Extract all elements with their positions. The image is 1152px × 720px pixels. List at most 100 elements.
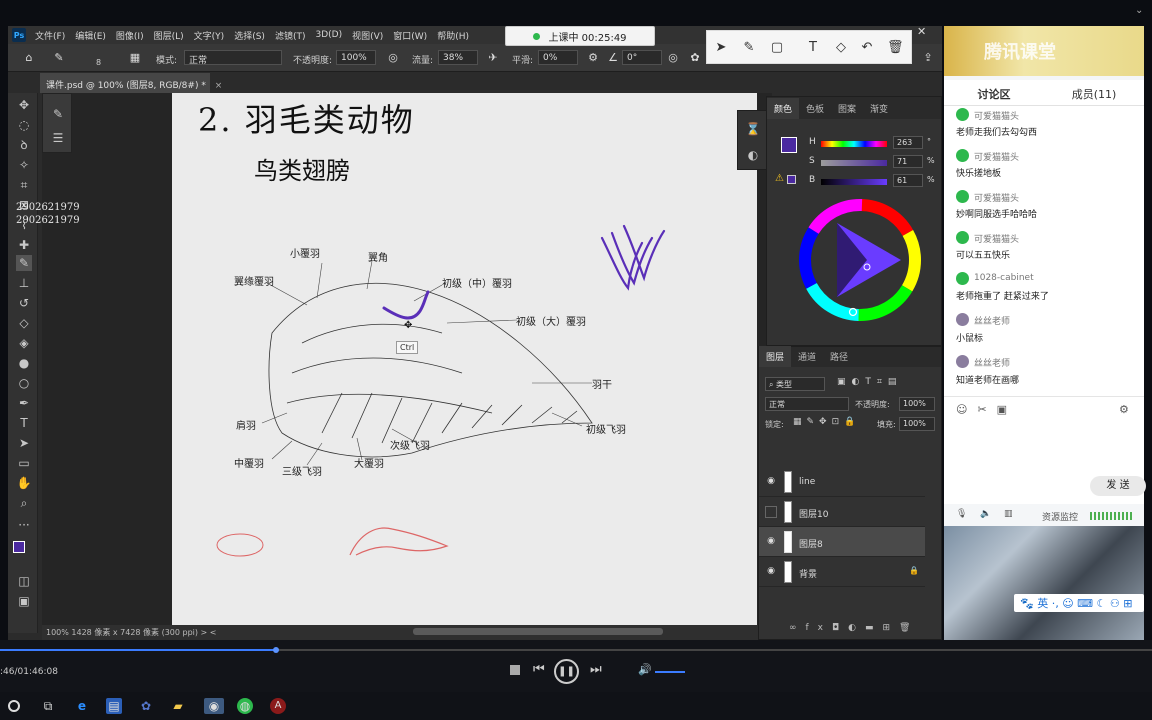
eraser-icon[interactable]: ◇: [833, 40, 849, 56]
tab-swatches[interactable]: 色板: [799, 98, 831, 119]
folder-icon[interactable]: ▰: [170, 698, 186, 714]
opacity-input[interactable]: 100%: [336, 50, 376, 65]
screen-mode-icon[interactable]: ▣: [16, 593, 32, 609]
volume-icon[interactable]: 🔊: [638, 663, 652, 676]
tab-layers[interactable]: 图层: [759, 346, 792, 367]
close-icon[interactable]: ×: [215, 81, 223, 91]
tab-paths[interactable]: 路径: [823, 346, 855, 367]
marquee-tool-icon[interactable]: ◌: [16, 117, 32, 133]
layer-opacity-input[interactable]: 100%: [899, 397, 935, 411]
tab-discussion[interactable]: 讨论区: [944, 80, 1044, 105]
menu-type[interactable]: 文字(Y): [189, 29, 230, 42]
menu-window[interactable]: 窗口(W): [388, 29, 432, 42]
app-flower-icon[interactable]: ✿: [138, 698, 154, 714]
history-panel-icon[interactable]: ⌛: [745, 121, 761, 137]
menu-edit[interactable]: 编辑(E): [70, 29, 111, 42]
tab-channels[interactable]: 通道: [791, 346, 823, 367]
magic-wand-icon[interactable]: ✧: [16, 157, 32, 173]
bucket-tool-icon[interactable]: ◈: [16, 335, 32, 351]
classroom-app-icon[interactable]: ◉: [204, 698, 224, 714]
tab-gradients[interactable]: 渐变: [863, 98, 895, 119]
eraser-tool-icon[interactable]: ◇: [16, 315, 32, 331]
h-input[interactable]: 263: [893, 136, 923, 149]
lock-icons[interactable]: ▦✎✥⊡🔒: [793, 417, 860, 427]
menu-image[interactable]: 图像(I): [111, 29, 149, 42]
lasso-tool-icon[interactable]: ꝺ: [16, 137, 32, 153]
dodge-tool-icon[interactable]: ○: [16, 375, 32, 391]
eye-icon[interactable]: ◉: [765, 536, 777, 548]
menu-view[interactable]: 视图(V): [347, 29, 388, 42]
fill-input[interactable]: 100%: [899, 417, 935, 431]
brush-size[interactable]: 8: [96, 58, 101, 67]
blur-tool-icon[interactable]: ●: [16, 355, 32, 371]
layer-row[interactable]: 图层10: [759, 497, 925, 527]
tab-patterns[interactable]: 图案: [831, 98, 863, 119]
quick-mask-icon[interactable]: ◫: [16, 573, 32, 589]
task-view-icon[interactable]: ⧉: [40, 698, 56, 714]
type-tool-icon[interactable]: T: [16, 415, 32, 431]
horizontal-scrollbar[interactable]: [413, 628, 663, 635]
stop-icon[interactable]: [510, 665, 520, 675]
signal-icon[interactable]: ▥: [1004, 509, 1013, 519]
smooth-input[interactable]: 0%: [538, 50, 578, 65]
hue-slider[interactable]: [821, 141, 887, 147]
angle-icon[interactable]: ∠: [606, 51, 620, 65]
stamp-tool-icon[interactable]: ⊥: [16, 275, 32, 291]
brightness-slider[interactable]: [821, 179, 887, 185]
b-input[interactable]: 61: [893, 174, 923, 187]
send-button[interactable]: 发 送: [1090, 476, 1146, 496]
foreground-color[interactable]: [13, 541, 25, 553]
mic-icon[interactable]: 🎙: [956, 509, 967, 519]
history-brush-icon[interactable]: ↺: [16, 295, 32, 311]
layer-filter-select[interactable]: ⌕ 类型: [765, 377, 825, 391]
close-icon[interactable]: ✕: [917, 25, 926, 38]
symmetry-icon[interactable]: ✿: [688, 51, 702, 65]
pen-tool-icon[interactable]: ✒: [16, 395, 32, 411]
gear-icon[interactable]: ⚙: [586, 51, 600, 65]
shape-tool-icon[interactable]: ▭: [16, 455, 32, 471]
menu-help[interactable]: 帮助(H): [432, 29, 474, 42]
prev-icon[interactable]: ⏮: [533, 662, 545, 677]
undo-icon[interactable]: ↶: [859, 40, 875, 56]
tab-members[interactable]: 成员(11): [1044, 80, 1144, 105]
more-tools-icon[interactable]: ···: [16, 517, 32, 533]
blend-mode-select[interactable]: 正常: [765, 397, 849, 411]
menu-3d[interactable]: 3D(D): [310, 30, 347, 40]
crop-tool-icon[interactable]: ⌗: [16, 177, 32, 193]
progress-track[interactable]: [276, 649, 1152, 651]
brush-settings-icon[interactable]: ✎: [50, 106, 66, 122]
saturation-slider[interactable]: [821, 160, 887, 166]
menu-select[interactable]: 选择(S): [229, 29, 270, 42]
menu-file[interactable]: 文件(F): [30, 29, 70, 42]
hand-tool-icon[interactable]: ✋: [16, 475, 32, 491]
path-select-icon[interactable]: ➤: [16, 435, 32, 451]
trash-icon[interactable]: 🗑: [887, 40, 904, 56]
volume-slider[interactable]: [655, 671, 685, 673]
resource-monitor-label[interactable]: 资源监控: [1042, 510, 1078, 523]
brush-preset-icon[interactable]: ✎: [52, 51, 66, 65]
brush-tool-icon[interactable]: ✎: [16, 255, 32, 271]
red-app-icon[interactable]: A: [270, 698, 286, 714]
text-icon[interactable]: T: [805, 40, 821, 56]
adjust-panel-icon[interactable]: ◐: [745, 147, 761, 163]
menu-layer[interactable]: 图层(L): [149, 29, 189, 42]
home-icon[interactable]: ⌂: [22, 51, 36, 65]
gamut-swatch[interactable]: [787, 175, 796, 184]
pause-button[interactable]: ❚❚: [554, 659, 579, 684]
chat-input-area[interactable]: ☺✂▣ ⚙: [944, 396, 1144, 520]
move-tool-icon[interactable]: ✥: [16, 97, 32, 113]
layer-actions[interactable]: ∞fx◘◐▬⊞🗑: [789, 623, 919, 633]
emoji-cut-image-icons[interactable]: ☺✂▣: [956, 403, 1017, 416]
pointer-icon[interactable]: ➤: [713, 40, 729, 56]
layer-filter-icons[interactable]: ▣◐T⌗▤: [837, 377, 902, 387]
progress-fill[interactable]: [0, 649, 277, 651]
layer-row[interactable]: ◉ 背景 🔒: [759, 557, 925, 587]
color-wheel[interactable]: [797, 197, 923, 323]
settings-icon[interactable]: ⚙: [1119, 403, 1129, 416]
edge-icon[interactable]: e: [74, 698, 90, 714]
tab-color[interactable]: 颜色: [767, 98, 800, 119]
pressure-size-icon[interactable]: ◎: [666, 51, 680, 65]
zoom-tool-icon[interactable]: ⌕: [16, 495, 32, 511]
brush-panel-icon[interactable]: ▦: [128, 51, 142, 65]
brush-options-icon[interactable]: ☰: [50, 130, 66, 146]
